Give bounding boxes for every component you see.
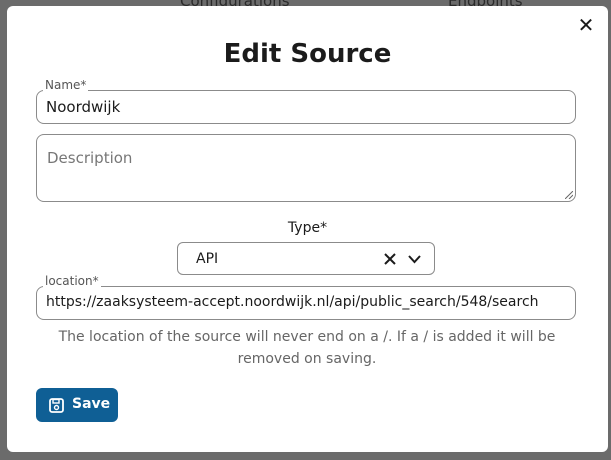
resize-grip-icon[interactable] [565, 191, 573, 199]
location-field-label: location* [43, 274, 101, 288]
modal-title: Edit Source [223, 39, 392, 69]
save-button-label: Save [72, 396, 111, 412]
edit-source-modal: ✕ Edit Source Noordwijk Name* Descriptio… [7, 6, 608, 452]
help-text-line1: The location of the source will never en… [58, 329, 556, 345]
close-icon[interactable]: ✕ [577, 15, 595, 35]
name-field-label: Name* [43, 78, 89, 92]
type-label: Type* [287, 220, 328, 236]
type-select-value: API [196, 251, 219, 267]
floppy-disk-icon [49, 398, 64, 413]
name-field-value: Noordwijk [46, 98, 121, 116]
clear-selection-icon[interactable] [384, 253, 396, 265]
location-field-value: https://zaaksysteem-accept.noordwijk.nl/… [46, 294, 539, 310]
help-text-line2: removed on saving. [237, 351, 377, 367]
location-field[interactable]: https://zaaksysteem-accept.noordwijk.nl/… [36, 286, 576, 320]
save-button[interactable]: Save [36, 388, 118, 422]
location-help-text: The location of the source will never en… [57, 326, 557, 370]
description-textarea[interactable]: Description [36, 134, 576, 202]
description-placeholder: Description [47, 149, 133, 167]
type-select[interactable]: API [177, 242, 435, 275]
name-field[interactable]: Noordwijk [36, 90, 576, 124]
chevron-down-icon[interactable] [408, 254, 421, 264]
